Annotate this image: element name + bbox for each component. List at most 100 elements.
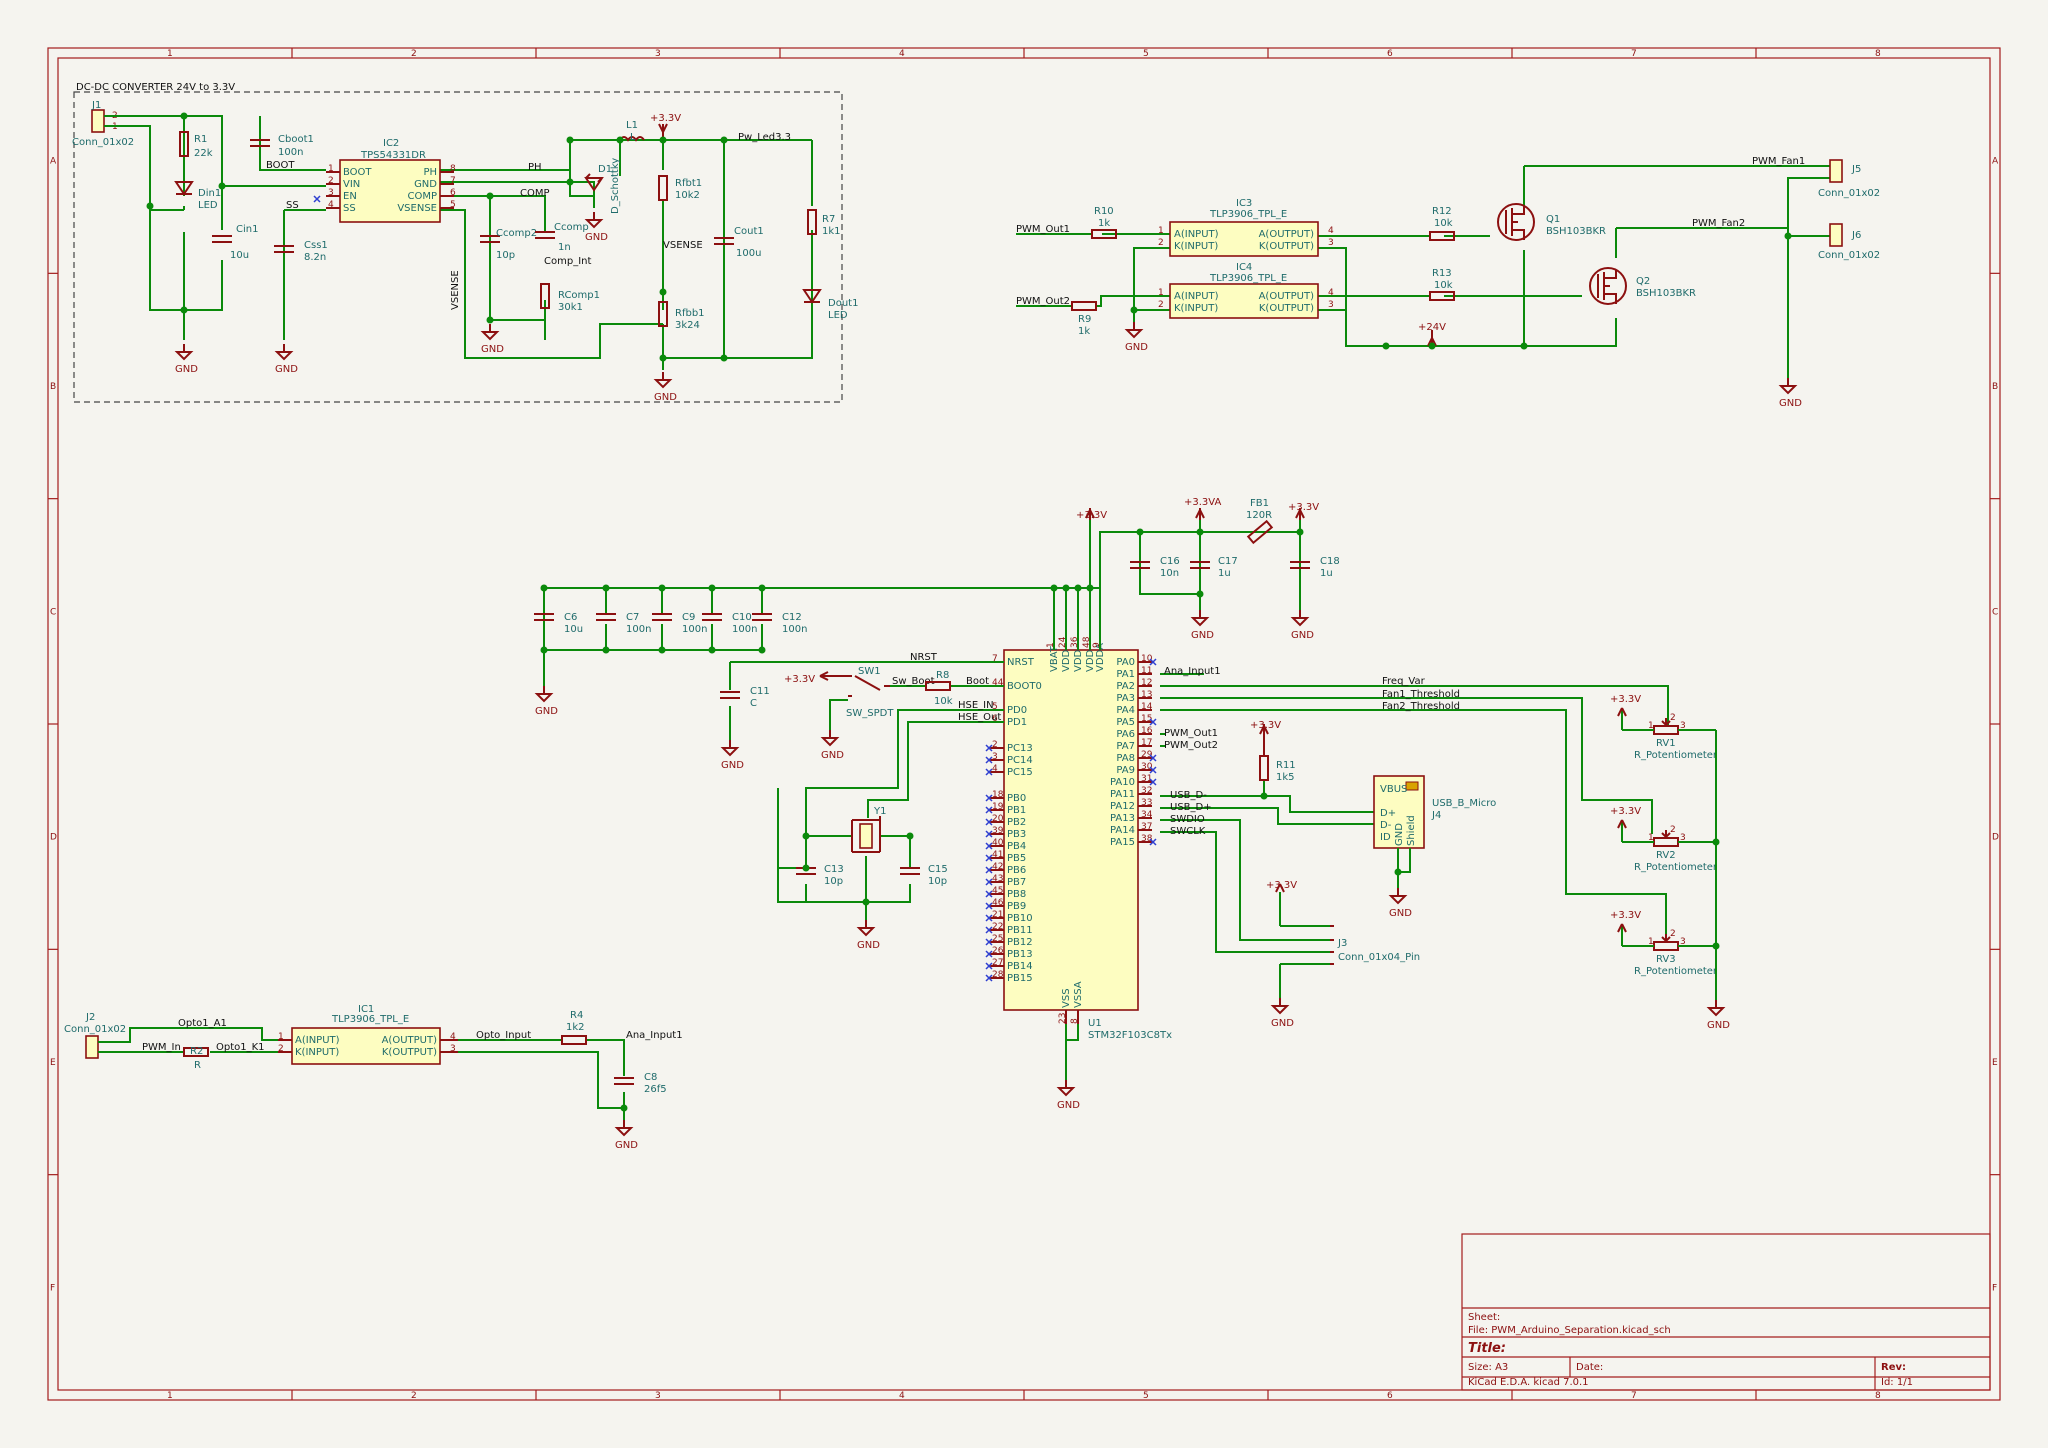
j3-pwr33: +3.3V — [1266, 880, 1297, 891]
decoupling-cap: C7100n — [596, 584, 651, 654]
u1-pin-num: 2 — [992, 740, 998, 750]
usb-ref: J4 — [1431, 810, 1441, 821]
u1-pin-num: 13 — [1141, 690, 1152, 700]
gnd-label: GND — [821, 750, 844, 761]
ic2-pin-num: 3 — [328, 188, 334, 198]
u1-pin-num: 37 — [1141, 822, 1152, 832]
dout1-ref: Dout1 — [828, 298, 858, 309]
pot-pin-num: 1 — [1648, 937, 1654, 947]
r12-val: 10k — [1434, 218, 1453, 229]
dcdc-gnd-symbol: GND — [174, 344, 198, 375]
pot-val: R_Potentiometer — [1634, 862, 1718, 873]
u1-pin-name: PA9 — [1116, 765, 1135, 776]
opto-pin-name: A(INPUT) — [1174, 229, 1219, 240]
rfbb1-ref: Rfbb1 — [675, 308, 705, 319]
rfbt1-val: 10k2 — [675, 190, 700, 201]
u1-pin-name: PA11 — [1110, 789, 1135, 800]
fan1-thr-net: Fan1_Threshold — [1382, 689, 1460, 700]
mcu-gnd-symbol: GND — [534, 686, 558, 717]
u1-pin-num: 42 — [992, 862, 1003, 872]
mcu-pwm-out1: PWM_Out1 — [1164, 728, 1218, 739]
c15-ref: C15 — [928, 864, 948, 875]
vsense-label: VSENSE — [663, 240, 703, 251]
mcu-gnd-symbol: GND — [1290, 610, 1314, 641]
frame-col-label: 5 — [1143, 49, 1149, 59]
u1-pin-num: 4 — [992, 764, 998, 774]
u1-pin-num: 12 — [1141, 678, 1152, 688]
opto-pin-num: 3 — [1328, 300, 1334, 310]
u1-pin-name: PC13 — [1007, 743, 1033, 754]
usb-pin-dm: D- — [1380, 820, 1392, 831]
u1-pin-name: PC15 — [1007, 767, 1033, 778]
ic1-pin-num: 1 — [278, 1032, 284, 1042]
frame-row-label: C — [1992, 607, 1998, 617]
r1-val: 22k — [194, 148, 213, 159]
dout1-val: LED — [828, 310, 848, 321]
r7-ref: R7 — [822, 214, 835, 225]
gnd-label: GND — [721, 760, 744, 771]
ic2-pin-name: VSENSE — [397, 203, 437, 214]
u1-pin-name: BOOT0 — [1007, 681, 1042, 692]
c13-ref: C13 — [824, 864, 844, 875]
swclk-net: SWCLK — [1170, 826, 1206, 837]
fan-gnd-symbol: GND — [1778, 378, 1802, 409]
ic2-pin-name: SS — [343, 203, 356, 214]
potentiometer: +3.3V 1 32 RV1R_Potentiometer — [1610, 694, 1718, 761]
gnd-label: GND — [1057, 1100, 1080, 1111]
u1-pin-name: PB12 — [1007, 937, 1033, 948]
usb-val: USB_B_Micro — [1432, 798, 1496, 809]
frame-row-label: F — [50, 1283, 55, 1293]
q2-ref: Q2 — [1636, 276, 1650, 287]
u1-pin-num: 27 — [992, 958, 1003, 968]
u1-pin-num: 16 — [1141, 726, 1153, 736]
u1-pin-name: PB15 — [1007, 973, 1033, 984]
frame-col-label: 2 — [411, 1391, 417, 1401]
mcu-gnd-symbol: GND — [720, 740, 744, 771]
gnd-label: GND — [654, 392, 677, 403]
opto-pin-num: 2 — [1158, 300, 1164, 310]
usb-pin-shield: Shield — [1406, 815, 1417, 846]
ss-net: SS — [286, 200, 299, 211]
u1-pin-num: 3 — [992, 752, 998, 762]
u1-pin-name: VDD — [1061, 649, 1072, 672]
u1-pin-num: 46 — [992, 898, 1004, 908]
mcu-pwm-out2: PWM_Out2 — [1164, 740, 1218, 751]
fan-drive-section: PWM_Out1 PWM_Out2 R10 1k R9 1k IC3 TLP39… — [1016, 156, 1880, 409]
rfbb1-val: 3k24 — [675, 320, 700, 331]
j5-ref: J5 — [1851, 164, 1861, 175]
u1-pin-name: PA2 — [1116, 681, 1135, 692]
u1-pin-num: 26 — [992, 946, 1004, 956]
ic2-pin-name: COMP — [407, 191, 437, 202]
d1-val: D_Schottky — [610, 158, 621, 214]
tb-rev: Rev: — [1881, 1362, 1906, 1373]
usb-pin-id: ID — [1380, 832, 1391, 843]
c16-ref: C16 — [1160, 556, 1180, 567]
usb-pin-dp: D+ — [1380, 808, 1396, 819]
frame-row-label: A — [1992, 157, 1999, 167]
opto1-a1-net: Opto1_A1 — [178, 1018, 227, 1029]
u1-pin-num: 39 — [992, 826, 1004, 836]
pot-val: R_Potentiometer — [1634, 750, 1718, 761]
r4-val: 1k2 — [566, 1022, 585, 1033]
j2-ref: J2 — [85, 1012, 95, 1023]
dcdc-gnd-symbol: GND — [480, 324, 504, 355]
ic1-val: TLP3906_TPL_E — [331, 1014, 409, 1025]
gnd-label: GND — [481, 344, 504, 355]
ic1-pin-num: 3 — [450, 1044, 456, 1054]
pot-ref: RV1 — [1656, 738, 1676, 749]
u1-pin-name: PB10 — [1007, 913, 1033, 924]
pwm-fan1: PWM_Fan1 — [1752, 156, 1805, 167]
j3-ref: J3 — [1337, 938, 1347, 949]
din1-ref: Din1 — [198, 188, 221, 199]
u1-pin-name: PB11 — [1007, 925, 1033, 936]
u1-pin-name: PA8 — [1116, 753, 1135, 764]
frame-col-label: 8 — [1875, 1391, 1881, 1401]
r2-ref: R2 — [190, 1046, 203, 1057]
ic1-pin-num: 4 — [450, 1032, 456, 1042]
r12-ref: R12 — [1432, 206, 1452, 217]
css1-ref: Css1 — [304, 240, 328, 251]
c16-val: 10n — [1160, 568, 1179, 579]
dcdc-gnd-symbol: GND — [653, 372, 677, 403]
j1-ref: J1 — [91, 100, 101, 111]
mcu-section: U1 STM32F103C8Tx NRST7BOOT044PD05PD16PC1… — [534, 497, 1730, 1111]
